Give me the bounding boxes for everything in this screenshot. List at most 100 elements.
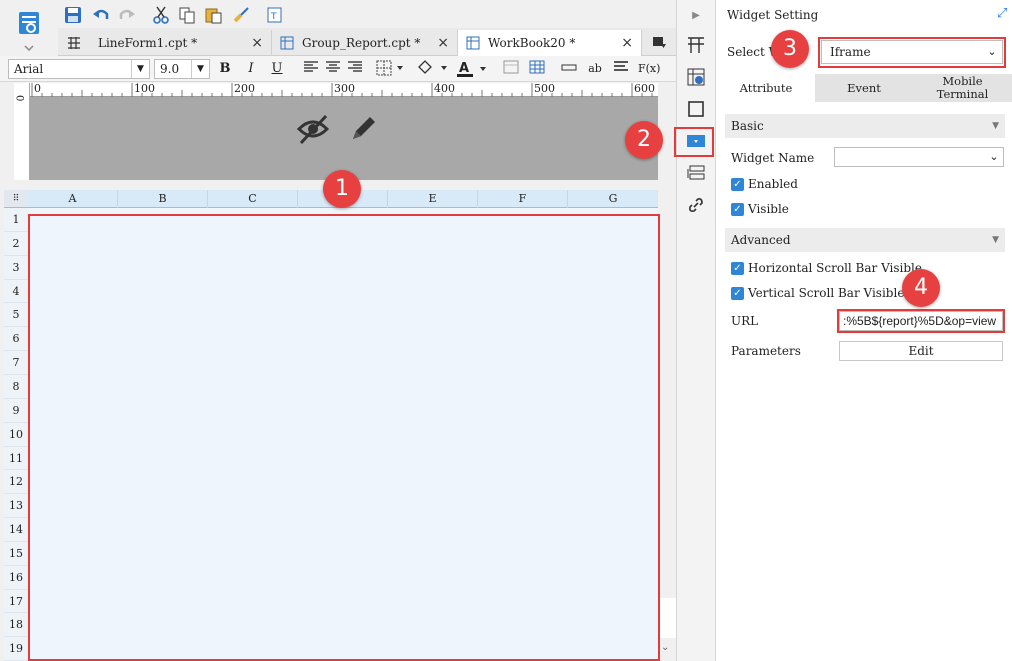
bold-button[interactable]: B xyxy=(216,60,234,78)
close-icon[interactable]: × xyxy=(251,35,263,51)
align-center-button[interactable] xyxy=(324,60,342,78)
vertical-scroll-checkbox[interactable]: ✓ Vertical Scroll Bar Visible xyxy=(731,286,904,300)
format-painter-icon[interactable] xyxy=(230,4,252,26)
paste-icon[interactable] xyxy=(202,4,224,26)
font-size-select[interactable]: 9.0 ▼ xyxy=(154,59,210,79)
row-header[interactable]: 3 xyxy=(4,256,28,280)
font-color-button[interactable]: A xyxy=(456,60,490,78)
row-header[interactable]: 8 xyxy=(4,375,28,399)
cell-style-button[interactable] xyxy=(502,60,520,78)
cell-attribute-icon[interactable] xyxy=(685,66,707,88)
row-header[interactable]: 18 xyxy=(4,613,28,638)
chevron-down-icon: ⌄ xyxy=(989,150,999,163)
svg-text:T: T xyxy=(270,12,277,22)
tab-event[interactable]: Event xyxy=(815,74,913,102)
undo-icon[interactable] xyxy=(90,4,112,26)
redo-icon[interactable] xyxy=(116,4,138,26)
cell-element-icon[interactable] xyxy=(685,34,707,56)
cut-icon[interactable] xyxy=(150,4,172,26)
copy-icon[interactable] xyxy=(176,4,198,26)
horizontal-scroll-checkbox[interactable]: ✓ Horizontal Scroll Bar Visible xyxy=(731,261,922,275)
underline-button[interactable]: U xyxy=(268,60,286,78)
fill-color-button[interactable] xyxy=(416,60,450,78)
align-left-button[interactable] xyxy=(302,60,320,78)
select-all-corner[interactable]: ⠿ xyxy=(4,190,28,208)
widget-setting-panel: Widget Setting ⤢ Select W Iframe ⌄ 3 Att… xyxy=(717,0,1012,661)
column-header[interactable]: F xyxy=(478,190,568,208)
eye-off-icon[interactable] xyxy=(296,112,330,146)
align-right-button[interactable] xyxy=(346,60,364,78)
tab-menu-icon[interactable] xyxy=(648,31,670,53)
tab-lineform1[interactable]: LineForm1.cpt * × xyxy=(58,30,272,56)
tab-attribute[interactable]: Attribute xyxy=(717,74,815,102)
pencil-icon[interactable] xyxy=(348,112,380,144)
tab-group-report[interactable]: Group_Report.cpt * × xyxy=(272,30,458,56)
row-header[interactable]: 2 xyxy=(4,232,28,256)
widget-name-input[interactable]: ⌄ xyxy=(834,147,1004,167)
tab-workbook20[interactable]: WorkBook20 * × xyxy=(458,30,642,56)
preview-icon[interactable]: T xyxy=(264,4,286,26)
merge-cells-button[interactable] xyxy=(560,60,578,78)
highlight-box-3 xyxy=(818,37,1006,68)
section-basic[interactable]: Basic ▼ xyxy=(725,114,1005,138)
row-headers: 1 2 3 4 5 6 7 8 9 10 11 12 13 14 15 16 17 18 19 xyxy=(4,208,28,661)
step-badge-2: 2 xyxy=(625,121,663,159)
row-header[interactable]: 16 xyxy=(4,566,28,590)
column-header[interactable]: G xyxy=(568,190,658,208)
row-header[interactable]: 14 xyxy=(4,518,28,542)
parameter-pane[interactable] xyxy=(30,97,658,180)
insert-table-button[interactable] xyxy=(528,60,546,78)
checkbox-checked-icon: ✓ xyxy=(731,286,744,300)
ruler-v-mark: 0 xyxy=(16,95,27,102)
expand-icon[interactable]: ⤢ xyxy=(997,6,1007,21)
border-button[interactable] xyxy=(376,60,406,78)
workbook-icon xyxy=(466,36,480,50)
svg-text:A: A xyxy=(459,61,469,76)
save-icon[interactable] xyxy=(62,4,84,26)
edit-parameters-button[interactable]: Edit xyxy=(839,341,1003,361)
collapse-arrow-icon[interactable]: ▶ xyxy=(685,4,707,26)
formula-button[interactable]: F(x) xyxy=(638,60,660,78)
row-header[interactable]: 12 xyxy=(4,470,28,495)
enabled-checkbox[interactable]: ✓ Enabled xyxy=(731,177,798,191)
wrap-text-button[interactable] xyxy=(612,60,630,78)
hyperlink-icon[interactable] xyxy=(685,194,707,216)
column-header[interactable]: B xyxy=(118,190,208,208)
text-button[interactable]: ab xyxy=(584,60,606,78)
chevron-down-icon[interactable]: ⌄ xyxy=(661,642,669,653)
tab-mobile-terminal[interactable]: Mobile Terminal xyxy=(913,74,1012,102)
row-header[interactable]: 11 xyxy=(4,447,28,471)
widget-icon-strip: ▶ 2 xyxy=(625,0,716,661)
row-header[interactable]: 1 xyxy=(4,208,28,232)
row-header[interactable]: 6 xyxy=(4,327,28,352)
visible-checkbox[interactable]: ✓ Visible xyxy=(731,202,789,216)
row-header[interactable]: 13 xyxy=(4,494,28,519)
column-header[interactable]: A xyxy=(28,190,118,208)
app-menu-button[interactable] xyxy=(8,6,50,52)
highlight-box-4 xyxy=(837,309,1005,333)
close-icon[interactable]: × xyxy=(437,35,449,51)
ruler-mark: 0 xyxy=(34,82,41,95)
row-header[interactable]: 4 xyxy=(4,280,28,304)
float-element-icon[interactable] xyxy=(685,98,707,120)
step-badge-1: 1 xyxy=(323,170,361,208)
row-header[interactable]: 7 xyxy=(4,351,28,375)
scroll-thumb[interactable] xyxy=(658,598,676,638)
document-tabs: LineForm1.cpt * × Group_Report.cpt * × W… xyxy=(58,28,676,56)
close-icon[interactable]: × xyxy=(621,35,633,51)
section-advanced[interactable]: Advanced ▼ xyxy=(725,228,1005,252)
row-header[interactable]: 9 xyxy=(4,399,28,423)
row-header[interactable]: 10 xyxy=(4,423,28,447)
column-header[interactable]: E xyxy=(388,190,478,208)
italic-button[interactable]: I xyxy=(242,60,260,78)
row-header[interactable]: 19 xyxy=(4,637,28,661)
align-center-icon xyxy=(326,61,340,72)
vertical-scrollbar[interactable]: ⌄ xyxy=(658,190,676,661)
column-header[interactable]: C xyxy=(208,190,298,208)
row-header[interactable]: 5 xyxy=(4,303,28,328)
condition-attribute-icon[interactable] xyxy=(685,162,707,184)
main-toolbar: T xyxy=(58,2,676,28)
row-header[interactable]: 17 xyxy=(4,590,28,614)
row-header[interactable]: 15 xyxy=(4,542,28,566)
font-family-select[interactable]: Arial ▼ xyxy=(8,59,150,79)
